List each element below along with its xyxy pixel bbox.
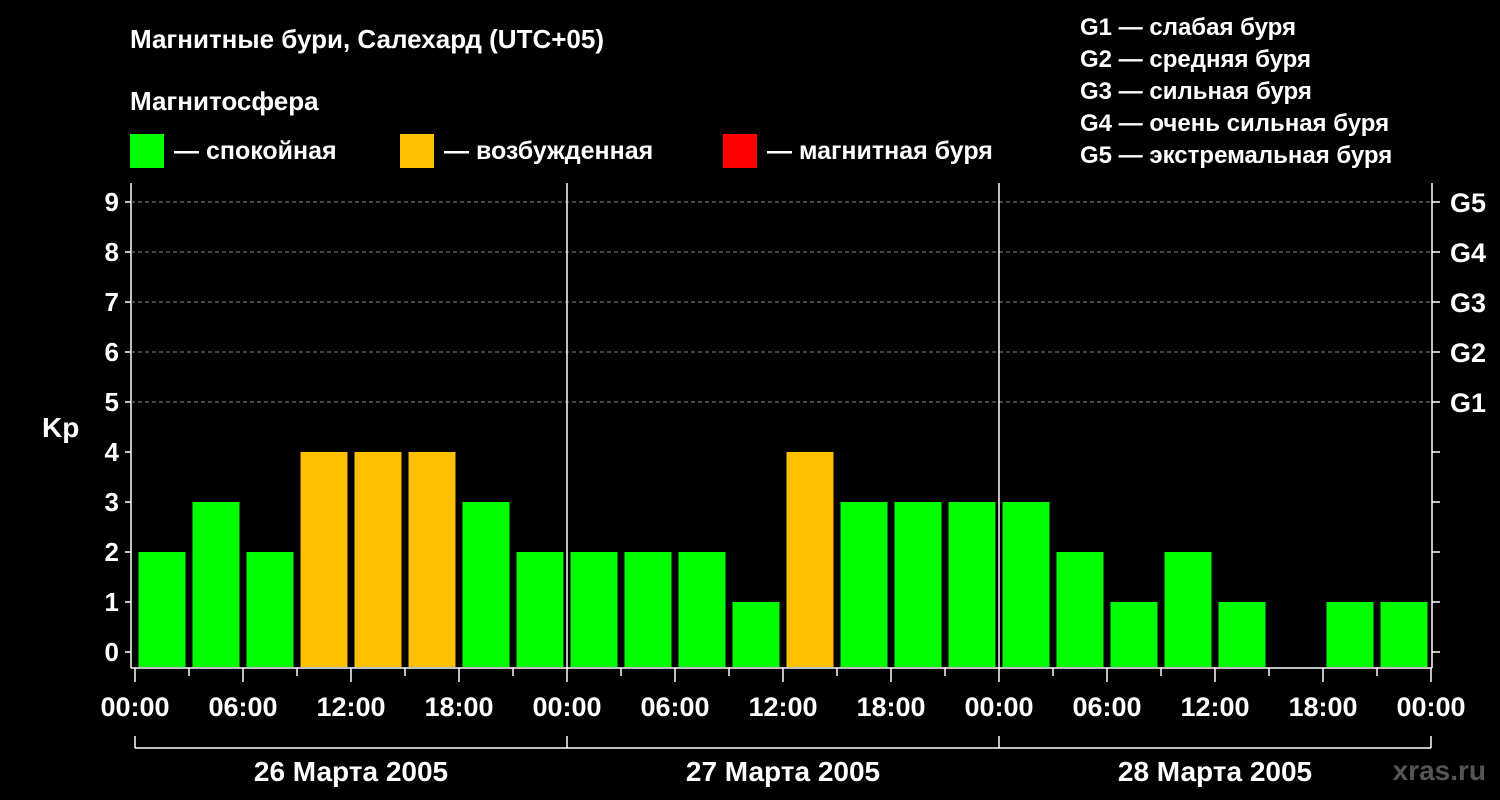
- kp-bar: [300, 452, 348, 667]
- kp-bar: [570, 552, 618, 667]
- y-tick-label: 9: [105, 187, 119, 217]
- x-tick-label: 06:00: [640, 692, 709, 722]
- kp-bar: [1326, 602, 1374, 667]
- x-tick-label: 12:00: [1180, 692, 1249, 722]
- y-tick-label: 3: [105, 487, 119, 517]
- kp-bar: [1110, 602, 1158, 667]
- kp-bar: [1002, 502, 1050, 667]
- day-label: 26 Марта 2005: [254, 756, 448, 787]
- g-level-label: G4: [1450, 238, 1486, 268]
- kp-bar: [246, 552, 294, 667]
- kp-bar: [1056, 552, 1104, 667]
- x-tick-label: 06:00: [1072, 692, 1141, 722]
- x-tick-label: 18:00: [856, 692, 925, 722]
- x-tick-label: 12:00: [316, 692, 385, 722]
- y-tick-label: 4: [105, 437, 120, 467]
- kp-bar: [516, 552, 564, 667]
- g-level-label: G2: [1450, 338, 1486, 368]
- kp-bar: [948, 502, 996, 667]
- y-tick-label: 0: [105, 637, 119, 667]
- kp-bar: [408, 452, 456, 667]
- kp-bar: [1380, 602, 1428, 667]
- kp-bar: [840, 502, 888, 667]
- g-level-label: G3: [1450, 288, 1486, 318]
- kp-bar: [624, 552, 672, 667]
- kp-bar: [138, 552, 186, 667]
- kp-bar: [462, 502, 510, 667]
- y-axis-title: Kp: [42, 412, 79, 443]
- kp-bar: [354, 452, 402, 667]
- kp-bar: [678, 552, 726, 667]
- x-tick-label: 00:00: [532, 692, 601, 722]
- x-tick-label: 18:00: [1288, 692, 1357, 722]
- kp-bar: [786, 452, 834, 667]
- kp-chart: 0 1 2 3 4 5 6 7 8 9 G1 G2 G3 G4 G5 Kp 00:00 06:00 12:00 18:…: [42, 183, 1486, 787]
- x-tick-label: 00:00: [100, 692, 169, 722]
- kp-bar: [732, 602, 780, 667]
- kp-bar: [192, 502, 240, 667]
- site-credit[interactable]: xras.ru: [1393, 755, 1486, 787]
- y-tick-label: 7: [105, 287, 119, 317]
- y-tick-label: 8: [105, 237, 119, 267]
- y-tick-label: 5: [105, 387, 119, 417]
- x-tick-label: 00:00: [964, 692, 1033, 722]
- x-tick-label: 06:00: [208, 692, 277, 722]
- kp-bar: [894, 502, 942, 667]
- y-tick-label: 1: [105, 587, 119, 617]
- kp-bar: [1164, 552, 1212, 667]
- x-tick-label: 12:00: [748, 692, 817, 722]
- y-tick-label: 6: [105, 337, 119, 367]
- y-tick-label: 2: [105, 537, 119, 567]
- day-label: 27 Марта 2005: [686, 756, 880, 787]
- day-label: 28 Марта 2005: [1118, 756, 1312, 787]
- x-tick-label: 18:00: [424, 692, 493, 722]
- x-tick-label: 00:00: [1396, 692, 1465, 722]
- g-level-label: G1: [1450, 388, 1486, 418]
- g-level-label: G5: [1450, 188, 1486, 218]
- kp-bar: [1218, 602, 1266, 667]
